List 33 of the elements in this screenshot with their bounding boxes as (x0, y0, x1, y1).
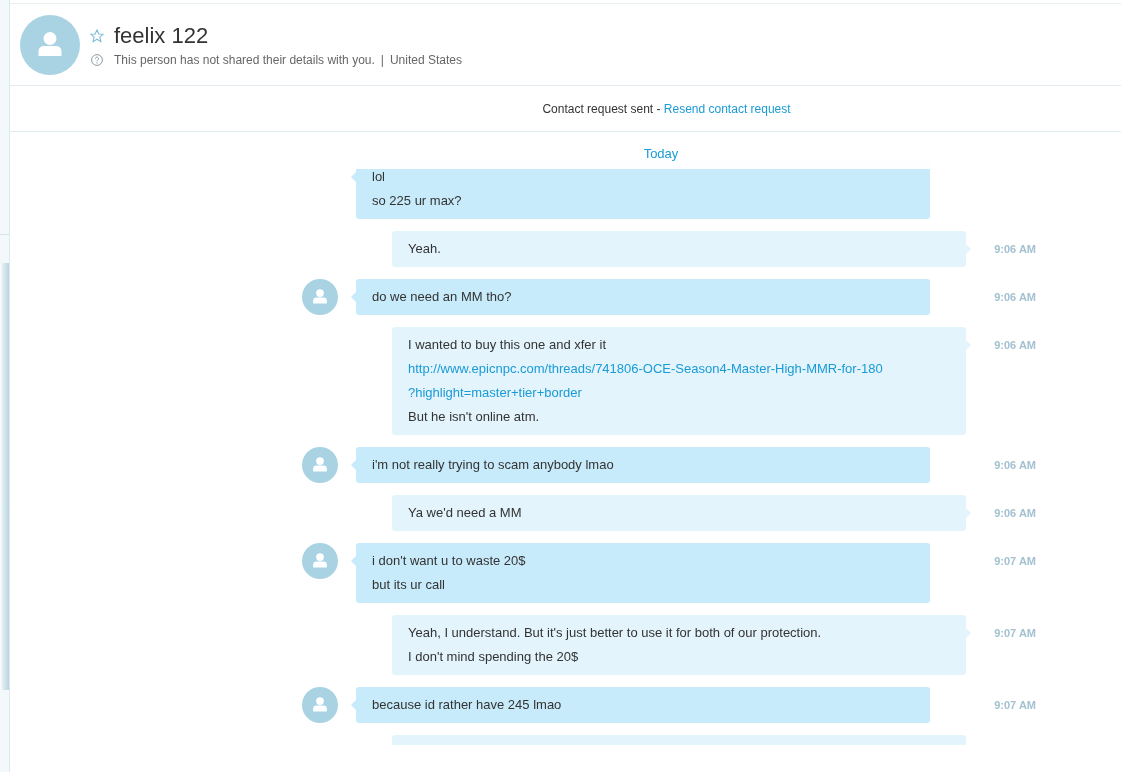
avatar-icon (20, 15, 80, 75)
message-text: because id rather have 245 lmao (372, 696, 563, 714)
message-text: Yeah, I understand. But it's just better to use it for both of our protection. (408, 624, 823, 642)
separator-text: | (380, 53, 384, 67)
message-time: 9:06 AM (994, 242, 1036, 257)
resend-request-link[interactable]: Resend contact request (663, 101, 791, 116)
message-time: 9:06 AM (994, 290, 1036, 305)
message-link[interactable]: http://www.epicnpc.com/threads/741806-OCE-Season4-Master-High-MMR-for-180 ?highlight=master+tier+border (408, 357, 950, 405)
message-time: 9:07 AM (994, 698, 1036, 713)
message-time: 9:06 AM (994, 338, 1036, 353)
message-text: do we need an MM tho? (372, 288, 513, 306)
message-text: Ya we'd need a MM (408, 504, 523, 522)
details-text: This person has not shared their details with you. (114, 53, 375, 67)
help-icon[interactable] (91, 54, 103, 66)
message-time: 9:06 AM (994, 458, 1036, 473)
message-time: 9:06 AM (994, 506, 1036, 521)
message-text: I don't mind spending the 20$ (408, 648, 580, 666)
message-text: i don't want u to waste 20$ (372, 552, 527, 570)
message-text: i'm not really trying to scam anybody lmao (372, 456, 615, 474)
message-text: lol (372, 168, 386, 186)
message-time: 9:07 AM (994, 626, 1036, 641)
message-text: but its ur call (372, 576, 446, 594)
contact-name: feelix 122 (114, 22, 209, 50)
message-text: so 225 ur max? (372, 192, 463, 210)
request-status: Contact request sent - Resend contact request (542, 101, 791, 116)
date-label: Today (643, 146, 679, 161)
location-text: United States (389, 53, 462, 67)
message-text: Yeah. (408, 240, 442, 258)
message-text: I wanted to buy this one and xfer it (408, 336, 607, 354)
scrollbar-thumb[interactable] (2, 263, 9, 690)
star-icon[interactable] (90, 29, 104, 43)
message-time: 9:07 AM (994, 554, 1036, 569)
message-text: But he isn't online atm. (408, 408, 541, 426)
